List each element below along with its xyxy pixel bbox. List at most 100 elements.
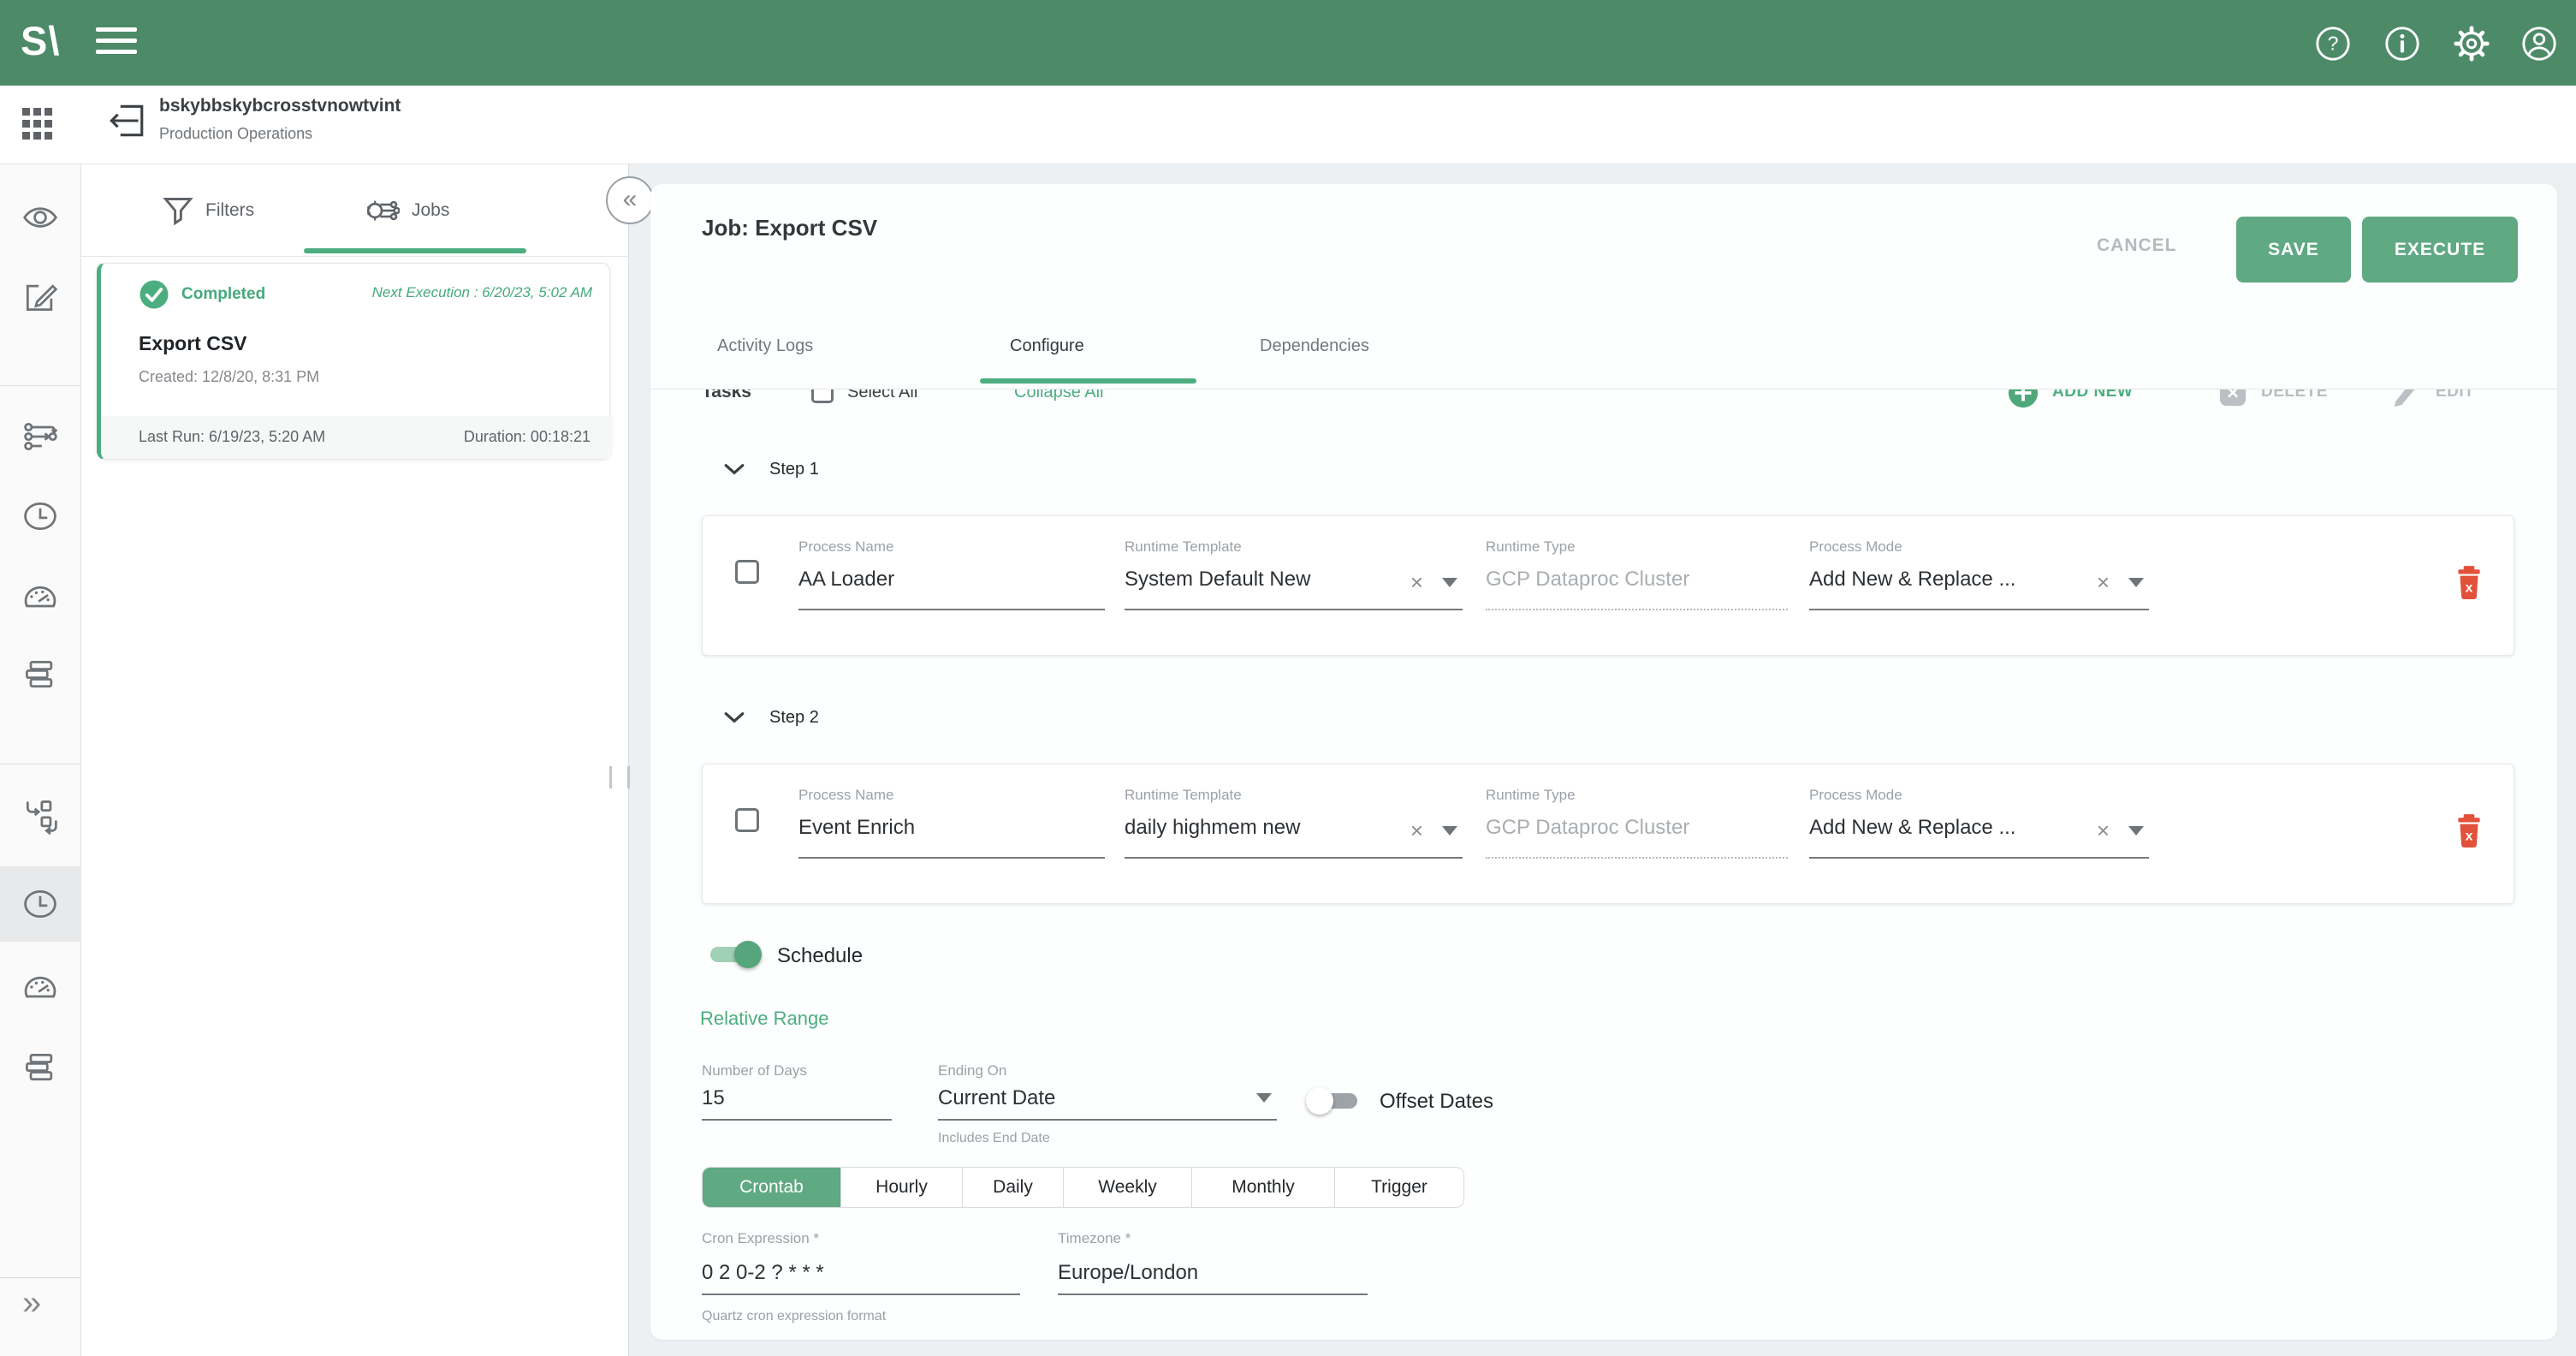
panel-tabs: Filters Jobs bbox=[81, 164, 629, 257]
number-of-days-field[interactable]: Number of Days 15 bbox=[702, 1062, 892, 1165]
gauge-icon[interactable] bbox=[21, 968, 59, 1006]
runtime-template-field[interactable]: Runtime Template System Default New × bbox=[1125, 538, 1463, 633]
delete-step-trash-icon[interactable]: x bbox=[2455, 564, 2483, 600]
account-icon[interactable] bbox=[2520, 24, 2559, 63]
active-tab-underline bbox=[304, 248, 526, 253]
cancel-button[interactable]: CANCEL bbox=[2097, 235, 2208, 256]
workflow-branch-icon[interactable] bbox=[21, 797, 59, 835]
job-list-item[interactable]: Completed Next Execution : 6/20/23, 5:02… bbox=[97, 263, 610, 460]
settings-gear-icon[interactable] bbox=[2452, 24, 2491, 63]
ending-on-label: Ending On bbox=[938, 1062, 1006, 1079]
execute-button[interactable]: EXECUTE bbox=[2362, 217, 2518, 282]
runtime-template-label: Runtime Template bbox=[1125, 787, 1242, 804]
dropdown-caret-icon[interactable] bbox=[2128, 578, 2144, 587]
tab-hourly[interactable]: Hourly bbox=[841, 1168, 963, 1207]
tab-weekly[interactable]: Weekly bbox=[1064, 1168, 1192, 1207]
panel-resize-handle[interactable] bbox=[609, 766, 630, 788]
clock-icon[interactable] bbox=[21, 497, 59, 535]
clear-selection-icon[interactable]: × bbox=[2097, 569, 2110, 596]
chevron-down-icon bbox=[723, 462, 745, 476]
hamburger-menu-icon[interactable] bbox=[96, 27, 137, 58]
dropdown-caret-icon[interactable] bbox=[1442, 826, 1457, 836]
process-mode-value[interactable]: Add New & Replace ... bbox=[1809, 816, 2015, 840]
gauge-icon[interactable] bbox=[21, 578, 59, 616]
clear-selection-icon[interactable]: × bbox=[1410, 818, 1423, 844]
tab-activity-logs[interactable]: Activity Logs bbox=[717, 336, 813, 356]
process-mode-value[interactable]: Add New & Replace ... bbox=[1809, 568, 2015, 592]
clear-selection-icon[interactable]: × bbox=[2097, 818, 2110, 844]
svg-text:x: x bbox=[2466, 830, 2473, 844]
ending-on-field[interactable]: Ending On Current Date Includes End Date bbox=[938, 1062, 1277, 1165]
clock-icon-active[interactable] bbox=[21, 885, 59, 923]
tab-filters-label: Filters bbox=[205, 200, 254, 221]
tab-filters[interactable]: Filters bbox=[163, 190, 254, 231]
job-duration: Duration: 00:18:21 bbox=[464, 428, 591, 446]
active-tab-underline bbox=[980, 378, 1196, 384]
stack-layers-icon[interactable] bbox=[21, 656, 59, 693]
help-icon[interactable]: ? bbox=[2313, 24, 2353, 63]
svg-text:?: ? bbox=[2328, 33, 2339, 55]
step-1-checkbox[interactable] bbox=[735, 560, 759, 584]
back-export-icon[interactable] bbox=[104, 99, 147, 142]
runtime-template-value[interactable]: daily highmem new bbox=[1125, 816, 1300, 840]
runtime-template-field[interactable]: Runtime Template daily highmem new × bbox=[1125, 787, 1463, 881]
relative-range-heading: Relative Range bbox=[700, 1008, 828, 1030]
process-mode-label: Process Mode bbox=[1809, 787, 1902, 804]
eye-icon[interactable] bbox=[21, 199, 59, 236]
step-2-checkbox[interactable] bbox=[735, 808, 759, 832]
job-created: Created: 12/8/20, 8:31 PM bbox=[139, 368, 319, 386]
apps-grid-icon[interactable] bbox=[22, 108, 55, 140]
process-mode-field[interactable]: Process Mode Add New & Replace ... × bbox=[1809, 787, 2149, 881]
process-name-label: Process Name bbox=[798, 787, 893, 804]
collapse-panel-button[interactable]: « bbox=[606, 176, 654, 224]
app-logo: S\ bbox=[21, 17, 60, 64]
process-name-value[interactable]: Event Enrich bbox=[798, 816, 915, 840]
stack-layers-icon[interactable] bbox=[21, 1049, 59, 1086]
step-2-header[interactable]: Step 2 bbox=[723, 696, 819, 739]
tab-crontab[interactable]: Crontab bbox=[703, 1168, 841, 1207]
step-1-header[interactable]: Step 1 bbox=[723, 448, 819, 491]
tab-configure[interactable]: Configure bbox=[1010, 336, 1084, 356]
tab-dependencies[interactable]: Dependencies bbox=[1260, 336, 1369, 356]
step-1-title: Step 1 bbox=[769, 460, 819, 479]
dropdown-caret-icon[interactable] bbox=[1256, 1093, 1272, 1103]
tab-trigger[interactable]: Trigger bbox=[1335, 1168, 1463, 1207]
info-icon[interactable] bbox=[2383, 24, 2422, 63]
process-mode-field[interactable]: Process Mode Add New & Replace ... × bbox=[1809, 538, 2149, 633]
delete-step-trash-icon[interactable]: x bbox=[2455, 812, 2483, 848]
runtime-type-label: Runtime Type bbox=[1486, 787, 1576, 804]
tab-monthly[interactable]: Monthly bbox=[1192, 1168, 1335, 1207]
number-of-days-value[interactable]: 15 bbox=[702, 1086, 725, 1110]
runtime-type-label: Runtime Type bbox=[1486, 538, 1576, 556]
offset-dates-toggle[interactable] bbox=[1308, 1090, 1362, 1112]
runtime-type-value: GCP Dataproc Cluster bbox=[1486, 816, 1689, 840]
tab-jobs-label: Jobs bbox=[412, 200, 449, 221]
process-name-field[interactable]: Process Name AA Loader bbox=[798, 538, 1105, 633]
expand-sidebar-icon[interactable]: » bbox=[22, 1284, 41, 1322]
ending-on-value[interactable]: Current Date bbox=[938, 1086, 1055, 1110]
cron-expression-value[interactable]: 0 2 0-2 ? * * * bbox=[702, 1261, 824, 1285]
timezone-field[interactable]: Timezone * Europe/London bbox=[1058, 1230, 1368, 1333]
runtime-template-value[interactable]: System Default New bbox=[1125, 568, 1310, 592]
runtime-type-value: GCP Dataproc Cluster bbox=[1486, 568, 1689, 592]
process-name-field[interactable]: Process Name Event Enrich bbox=[798, 787, 1105, 881]
number-of-days-label: Number of Days bbox=[702, 1062, 807, 1079]
process-name-value[interactable]: AA Loader bbox=[798, 568, 894, 592]
job-next-execution: Next Execution : 6/20/23, 5:02 AM bbox=[372, 284, 592, 301]
tab-jobs[interactable]: Jobs bbox=[364, 190, 449, 231]
dropdown-caret-icon[interactable] bbox=[1442, 578, 1457, 587]
timezone-label: Timezone * bbox=[1058, 1230, 1131, 1247]
runtime-template-label: Runtime Template bbox=[1125, 538, 1242, 556]
tab-daily[interactable]: Daily bbox=[963, 1168, 1064, 1207]
dropdown-caret-icon[interactable] bbox=[2128, 826, 2144, 836]
clear-selection-icon[interactable]: × bbox=[1410, 569, 1423, 596]
job-name: Export CSV bbox=[139, 332, 247, 355]
timezone-value[interactable]: Europe/London bbox=[1058, 1261, 1198, 1285]
step-2-title: Step 2 bbox=[769, 708, 819, 728]
save-button[interactable]: SAVE bbox=[2236, 217, 2351, 282]
top-app-bar: S\ ? bbox=[0, 0, 2576, 86]
edit-compose-icon[interactable] bbox=[21, 278, 59, 316]
schedule-toggle[interactable] bbox=[705, 943, 760, 966]
pipeline-flow-icon[interactable] bbox=[21, 418, 59, 455]
cron-expression-field[interactable]: Cron Expression * 0 2 0-2 ? * * * Quartz… bbox=[702, 1230, 1020, 1333]
